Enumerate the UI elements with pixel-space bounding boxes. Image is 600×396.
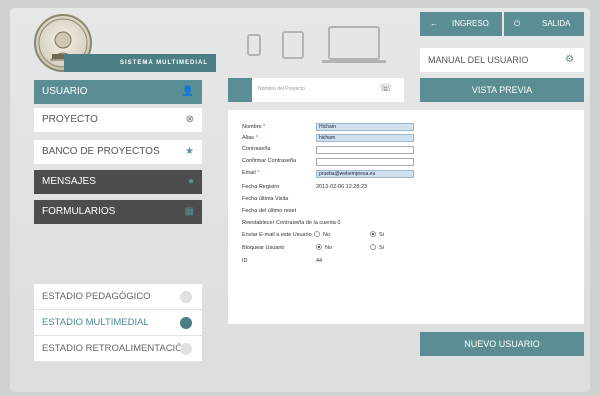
label-text: Email	[242, 170, 256, 176]
desktop-base	[322, 60, 386, 63]
fecha-registro-value: 2013-02-06 12:28:23	[316, 184, 368, 190]
star-icon: ★	[185, 146, 194, 157]
sidebar-item-label: FORMULARIOS	[42, 206, 116, 217]
search-bar-accent	[228, 78, 252, 102]
sidebar-item-proyecto[interactable]: PROYECTO ⊗	[34, 108, 202, 132]
stage-indicator-icon	[180, 317, 192, 329]
label-text: Nombre	[242, 124, 262, 130]
radio-label: No	[325, 245, 333, 251]
sidebar-item-label: MENSAJES	[42, 176, 96, 187]
required-mark: *	[257, 170, 260, 176]
alias-field[interactable]: hicham	[316, 134, 414, 142]
manual-label: MANUAL DEL USUARIO	[428, 55, 529, 65]
vista-previa-button[interactable]: VISTA PREVIA	[420, 78, 584, 102]
label-text: Reestablecer Contraseña de la cuenta	[242, 220, 336, 226]
reestablecer-value: 0	[337, 220, 341, 226]
user-icon: 👤	[181, 86, 194, 97]
sidebar-item-usuario[interactable]: USUARIO 👤	[34, 80, 202, 104]
ingreso-button[interactable]: ← INGRESO	[420, 12, 502, 36]
power-icon: ⏻	[514, 19, 521, 28]
stage-label: ESTADIO MULTIMEDIAL	[42, 317, 149, 328]
radio-selected-icon	[316, 243, 322, 250]
bloquear-si-option[interactable]: Si	[370, 243, 384, 253]
sidebar-item-label: USUARIO	[42, 86, 88, 97]
required-mark: *	[263, 124, 266, 130]
logo: SISTEMA MULTIMEDIAL	[34, 14, 216, 76]
alias-label: Alias *	[242, 133, 258, 143]
logo-banner: SISTEMA MULTIMEDIAL	[64, 54, 216, 72]
manual-del-usuario[interactable]: MANUAL DEL USUARIO ⚙	[420, 48, 584, 72]
back-arrow-icon: ←	[430, 19, 438, 28]
reestablecer-label: Reestablecer Contraseña de la cuenta 0	[242, 218, 340, 228]
desktop-preview-icon[interactable]	[328, 26, 380, 60]
bloquear-no-option[interactable]: No	[316, 243, 332, 253]
stage-label: ESTADIO PEDAGÓGICO	[42, 291, 151, 302]
radio-icon	[314, 230, 320, 237]
confirmar-label: Confirmar Contraseña	[242, 158, 297, 164]
stage-multimedial[interactable]: ESTADIO MULTIMEDIAL	[34, 310, 202, 336]
radio-selected-icon	[370, 230, 376, 237]
id-label: ID	[242, 258, 248, 264]
email-label: Email *	[242, 168, 259, 178]
gear-icon[interactable]: ⚙	[565, 48, 574, 72]
label-text: Alias	[242, 135, 254, 141]
nuevo-usuario-button[interactable]: NUEVO USUARIO	[420, 332, 584, 356]
stage-indicator-icon	[180, 291, 192, 303]
stage-label: ESTADIO RETROALIMENTACIÓN	[42, 343, 190, 354]
radio-label: Si	[379, 245, 384, 251]
close-circle-icon: ⊗	[185, 114, 194, 125]
message-icon: ●	[187, 176, 194, 187]
fecha-reset-label: Fecha del último reset	[242, 208, 297, 214]
enviar-email-label: Enviar E-mail a este Usuario	[242, 232, 312, 238]
project-search-bar[interactable]: Nombre del Proyecto ☏	[228, 78, 404, 102]
stage-retroalimentacion[interactable]: ESTADIO RETROALIMENTACIÓN	[34, 336, 202, 362]
radio-label: Si	[379, 232, 384, 238]
mobile-preview-icon[interactable]	[247, 34, 261, 56]
sidebar-item-formularios[interactable]: FORMULARIOS ▦	[34, 200, 202, 224]
stage-pedagogico[interactable]: ESTADIO PEDAGÓGICO	[34, 284, 202, 310]
phone-icon[interactable]: ☏	[379, 83, 392, 94]
fecha-visita-label: Fecha última Visita	[242, 196, 289, 202]
required-mark: *	[255, 135, 258, 141]
password-field[interactable]	[316, 146, 414, 154]
sidebar-item-label: BANCO DE PROYECTOS	[42, 146, 160, 157]
search-placeholder: Nombre del Proyecto	[258, 86, 305, 92]
radio-icon	[370, 243, 376, 250]
tablet-preview-icon[interactable]	[282, 31, 304, 59]
radio-label: No	[323, 232, 331, 238]
stage-indicator-icon	[180, 343, 192, 355]
sidebar-item-mensajes[interactable]: MENSAJES ●	[34, 170, 202, 194]
user-form: Nombre * Hicham Alias * hicham Contraseñ…	[228, 110, 584, 324]
stages-list: ESTADIO PEDAGÓGICO ESTADIO MULTIMEDIAL E…	[34, 284, 202, 362]
salida-button[interactable]: ⏻ SALIDA	[504, 12, 584, 36]
enviar-no-option[interactable]: No	[314, 230, 330, 240]
bloquear-label: Bloquear Usuario	[242, 245, 285, 251]
sidebar-item-label: PROYECTO	[42, 114, 98, 125]
sidebar-item-banco-de-proyectos[interactable]: BANCO DE PROYECTOS ★	[34, 140, 202, 164]
nombre-field[interactable]: Hicham	[316, 123, 414, 131]
salida-label: SALIDA	[542, 19, 571, 28]
email-field[interactable]: prueba@webempresa.eu	[316, 170, 414, 178]
id-value: 44	[316, 258, 323, 264]
grid-icon: ▦	[184, 206, 194, 217]
contrasena-label: Contraseña	[242, 146, 271, 152]
nombre-label: Nombre *	[242, 122, 265, 132]
confirm-password-field[interactable]	[316, 158, 414, 166]
enviar-si-option[interactable]: Si	[370, 230, 384, 240]
fecha-registro-label: Fecha Registro	[242, 184, 280, 190]
ingreso-label: INGRESO	[452, 19, 489, 28]
